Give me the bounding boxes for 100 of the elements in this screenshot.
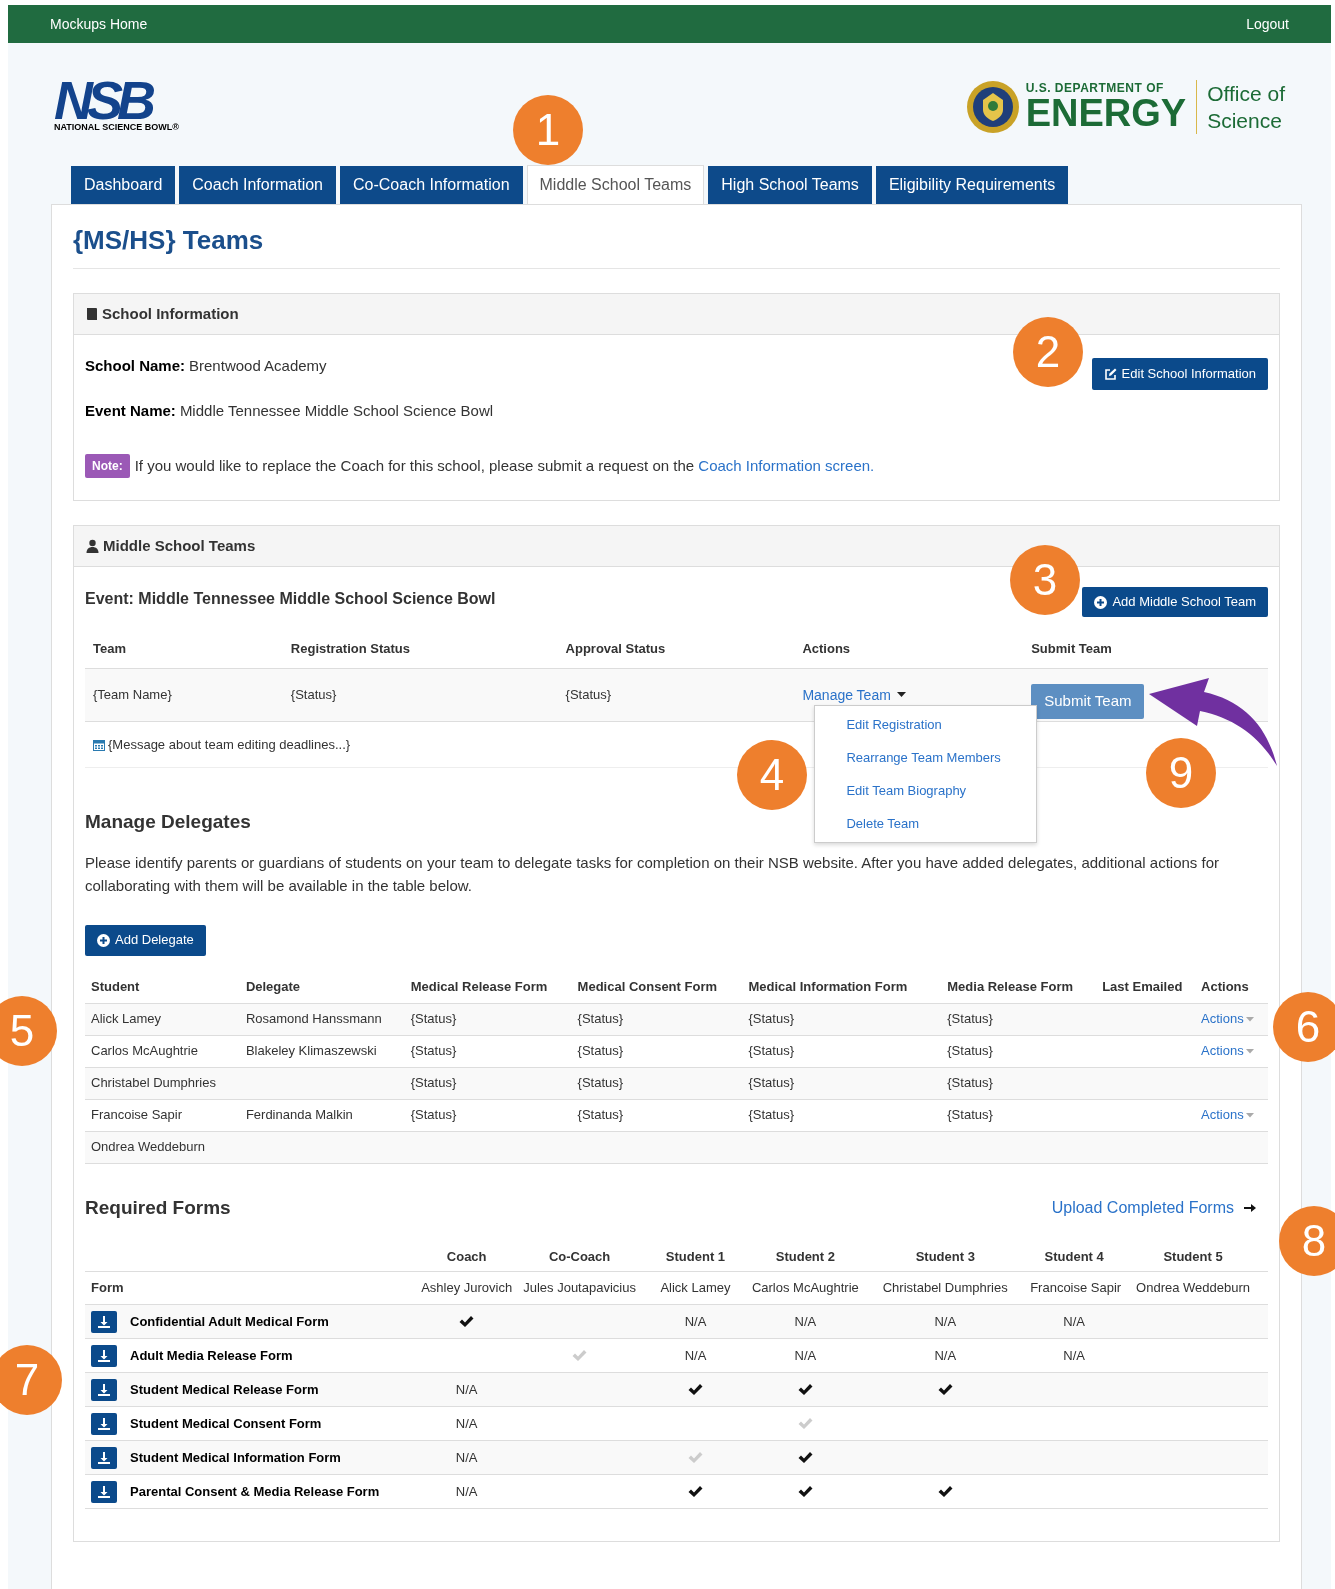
table-cell-text: {Status} <box>946 1042 994 1061</box>
table-cell-text: {Team Name} <box>92 686 173 705</box>
table-cell-text: N/A <box>455 1482 478 1501</box>
logo-text: Office of <box>1207 81 1285 107</box>
check-icon <box>459 1315 475 1328</box>
column-header: Form <box>90 1279 125 1298</box>
menu-item[interactable]: Rearrange Team Members <box>815 740 1037 774</box>
menu-item[interactable]: Delete Team <box>815 806 1037 840</box>
home-link[interactable]: Mockups Home <box>50 13 148 35</box>
nav-tab[interactable]: Eligibility Requirements <box>875 166 1069 204</box>
caret-icon <box>1245 1048 1254 1054</box>
logout-link[interactable]: Logout <box>1246 13 1289 35</box>
table-cell-text: N/A <box>455 1380 478 1399</box>
table-cell-text: {Status} <box>409 1042 458 1061</box>
add-delegate-button[interactable]: Add Delegate <box>85 924 206 956</box>
nav-tab[interactable]: Middle School Teams <box>526 165 705 204</box>
download-button[interactable] <box>91 1446 117 1469</box>
table-cell-text: {Status} <box>946 1010 994 1029</box>
nav-tab[interactable]: Dashboard <box>71 166 176 204</box>
edit-school-button[interactable]: Edit School Information <box>1091 358 1268 390</box>
table-cell-text: Rosamond Hanssmann <box>244 1010 383 1029</box>
download-button[interactable] <box>91 1412 117 1435</box>
check-icon <box>797 1417 813 1430</box>
column-header: Registration Status <box>289 639 411 658</box>
column-header: Student 3 <box>914 1247 976 1266</box>
table-cell-text: N/A <box>934 1312 957 1331</box>
download-icon <box>98 1417 110 1430</box>
plus-circle-icon <box>97 933 110 947</box>
table-cell-text: Carlos McAughtrie <box>90 1042 199 1061</box>
event-heading: Event: Middle Tennessee Middle School Science Bowl <box>85 589 496 609</box>
table-cell-text: {Status} <box>564 686 613 705</box>
check-icon <box>937 1485 953 1498</box>
table-cell-text: N/A <box>684 1312 707 1331</box>
calendar-icon <box>93 738 105 751</box>
check-icon <box>797 1383 813 1396</box>
actions-dropdown[interactable]: Actions <box>1201 1009 1254 1029</box>
logo-mark: NSB <box>54 77 150 123</box>
column-header: Student 2 <box>774 1247 836 1266</box>
nav-tab[interactable]: High School Teams <box>708 166 872 204</box>
add-team-button[interactable]: Add Middle School Team <box>1082 587 1268 617</box>
table-cell-text: N/A <box>455 1448 478 1467</box>
column-header: Student 1 <box>664 1247 727 1266</box>
arrow-right-icon <box>1244 1202 1256 1213</box>
download-button[interactable] <box>91 1480 117 1503</box>
section-heading: Manage Delegates <box>85 810 251 834</box>
seal-icon <box>965 80 1020 134</box>
column-header: Actions <box>801 639 852 658</box>
table-cell-text: {Status} <box>576 1010 625 1029</box>
download-button[interactable] <box>91 1310 117 1333</box>
field-value: Middle Tennessee Middle School Science Bowl <box>179 401 494 419</box>
table-cell-text: {Status} <box>747 1042 795 1061</box>
column-header: Carlos McAughtrie <box>750 1279 860 1298</box>
check-icon <box>688 1485 703 1498</box>
download-button[interactable] <box>91 1344 117 1367</box>
table-cell-text: {Status} <box>747 1106 795 1125</box>
coach-info-link[interactable]: Coach Information screen. <box>698 456 875 474</box>
check-icon <box>937 1383 953 1396</box>
table-cell-text: Ondrea Weddeburn <box>90 1138 206 1157</box>
description-text: Please identify parents or guardians of students on your team to delegate tasks for completion on their NSB website. After you have added delegates, additional actions for collaborating with them will be available in the table below. <box>85 852 1221 896</box>
check-icon <box>797 1451 813 1464</box>
column-header: Media Release Form <box>946 978 1074 997</box>
deadline-message: {Message about team editing deadlines...} <box>108 735 351 754</box>
download-icon <box>98 1451 110 1464</box>
table-cell-text: N/A <box>455 1414 478 1433</box>
column-header: Medical Release Form <box>409 978 549 997</box>
upload-forms-link[interactable]: Upload Completed Forms <box>1051 1195 1234 1220</box>
actions-dropdown[interactable]: Actions <box>1201 1105 1254 1125</box>
column-header: Jules Joutapavicius <box>522 1279 637 1298</box>
download-button[interactable] <box>91 1378 117 1401</box>
table-cell-text: {Status} <box>409 1074 458 1093</box>
table-cell-text: {Status} <box>409 1106 458 1125</box>
column-header: Medical Consent Form <box>576 978 718 997</box>
field-value: Brentwood Academy <box>189 357 327 374</box>
form-name: Adult Media Release Form <box>130 1346 293 1365</box>
table-cell-text: N/A <box>794 1346 817 1365</box>
table-cell-text: N/A <box>1063 1346 1085 1365</box>
column-header: Student 5 <box>1162 1247 1224 1266</box>
table-cell-text: {Status} <box>747 1010 795 1029</box>
logo-text: U.S. DEPARTMENT OF <box>1025 82 1165 94</box>
nav-tab[interactable]: Coach Information <box>179 166 336 204</box>
caret-icon <box>1245 1112 1254 1118</box>
check-icon <box>572 1349 588 1362</box>
note-badge: Note: <box>85 454 130 478</box>
nav-tab[interactable]: Co-Coach Information <box>340 166 523 204</box>
caret-icon <box>1245 1016 1254 1022</box>
field-label: Event Name: <box>85 401 176 419</box>
manage-team-dropdown[interactable]: Manage Team <box>802 684 906 706</box>
form-name: Confidential Adult Medical Form <box>130 1312 329 1331</box>
check-icon <box>688 1383 703 1396</box>
menu-item[interactable]: Edit Team Biography <box>815 773 1037 807</box>
person-icon <box>86 539 99 553</box>
table-cell-text: Ferdinanda Malkin <box>244 1106 354 1125</box>
panel-heading: School Information <box>102 303 239 324</box>
download-icon <box>98 1315 110 1328</box>
form-name: Student Medical Release Form <box>130 1380 319 1399</box>
table-cell-text: {Status} <box>576 1042 625 1061</box>
download-icon <box>98 1485 110 1498</box>
actions-dropdown[interactable]: Actions <box>1201 1041 1254 1061</box>
column-header: Approval Status <box>564 639 667 658</box>
form-name: Student Medical Consent Form <box>130 1414 322 1433</box>
